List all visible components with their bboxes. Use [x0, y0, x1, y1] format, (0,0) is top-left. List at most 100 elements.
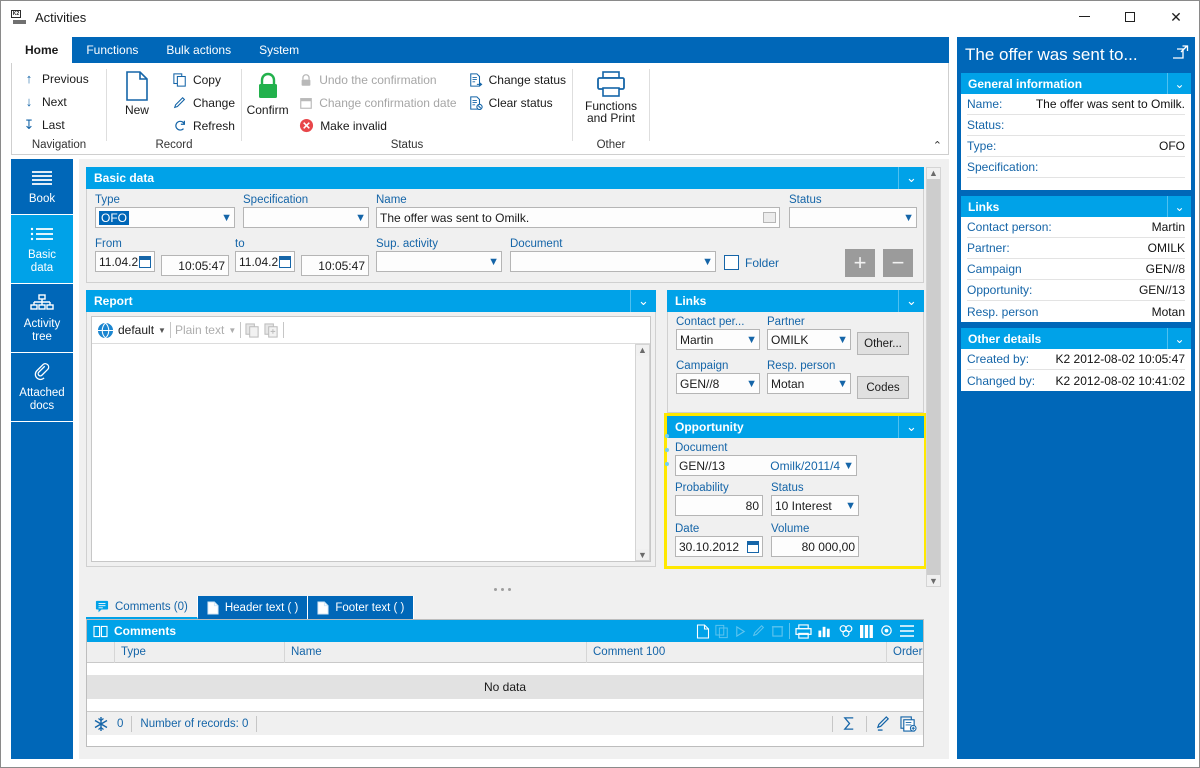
- change-button[interactable]: Change: [167, 91, 241, 114]
- chevron-down-icon[interactable]: ▼: [746, 378, 757, 390]
- partner-input[interactable]: OMILK ▼: [767, 329, 851, 350]
- report-plain-text-label[interactable]: Plain text: [175, 323, 224, 337]
- add-button[interactable]: +: [845, 249, 875, 277]
- calendar-icon[interactable]: [747, 540, 759, 553]
- copy-add-icon[interactable]: [264, 322, 279, 338]
- chevron-down-icon[interactable]: ▼: [228, 326, 236, 335]
- new-icon[interactable]: [696, 623, 710, 639]
- remove-button[interactable]: −: [883, 249, 913, 277]
- scroll-up-icon[interactable]: ▲: [638, 345, 647, 355]
- contact-person-input[interactable]: Martin ▼: [676, 329, 760, 350]
- snowflake-icon[interactable]: [93, 716, 109, 732]
- report-collapse-button[interactable]: ⌄: [630, 290, 656, 312]
- sigma-icon[interactable]: [842, 716, 857, 731]
- to-date-input[interactable]: 11.04.2: [235, 251, 295, 272]
- from-date-input[interactable]: 11.04.2: [95, 251, 155, 272]
- change-status-button[interactable]: Change status: [463, 68, 572, 91]
- chevron-down-icon[interactable]: ▼: [355, 212, 366, 224]
- opportunity-status-input[interactable]: 10 Interest ▼: [771, 495, 859, 516]
- sidebar-item-basic-data[interactable]: Basic data: [11, 215, 73, 284]
- new-button[interactable]: New: [107, 67, 167, 116]
- change-confirmation-date-button[interactable]: Change confirmation date: [293, 91, 462, 114]
- calendar-icon[interactable]: [279, 255, 291, 268]
- delete-icon[interactable]: [771, 624, 784, 638]
- grid-col-order[interactable]: Order: [887, 642, 923, 663]
- links-collapse-button[interactable]: ⌄: [898, 290, 924, 312]
- grid-col-selector[interactable]: [87, 641, 115, 663]
- tab-comments[interactable]: Comments (0): [86, 596, 198, 619]
- pivot-icon[interactable]: [838, 624, 854, 639]
- columns-icon[interactable]: [859, 624, 874, 639]
- codes-button[interactable]: Codes: [857, 376, 909, 399]
- functions-and-print-button[interactable]: Functions and Print: [574, 67, 648, 124]
- status-input[interactable]: ▼: [789, 207, 917, 228]
- scrollbar-thumb[interactable]: [636, 356, 649, 549]
- sidebar-item-attached-docs[interactable]: Attached docs: [11, 353, 73, 422]
- basic-data-collapse-button[interactable]: ⌄: [898, 167, 924, 189]
- confirm-button[interactable]: Confirm: [242, 67, 293, 116]
- chevron-down-icon[interactable]: ▼: [221, 212, 232, 224]
- scroll-down-icon[interactable]: ▼: [638, 550, 647, 560]
- refresh-button[interactable]: Refresh: [167, 114, 241, 137]
- chevron-down-icon[interactable]: ▼: [488, 256, 499, 268]
- chevron-down-icon[interactable]: ▼: [746, 334, 757, 346]
- form-scrollbar[interactable]: ▲ ▼: [926, 167, 941, 587]
- pencil-icon[interactable]: [876, 716, 891, 731]
- folder-checkbox[interactable]: [724, 255, 739, 270]
- chevron-down-icon[interactable]: ▼: [837, 334, 848, 346]
- scroll-up-icon[interactable]: ▲: [929, 168, 938, 178]
- next-button[interactable]: ↓ Next: [16, 90, 73, 113]
- sidebar-item-activity-tree[interactable]: Activity tree: [11, 284, 73, 353]
- folder-checkbox-group[interactable]: Folder: [724, 255, 779, 270]
- opportunity-document-input[interactable]: GEN//13 Omilk/2011/4 ▼: [675, 455, 857, 476]
- opportunity-date-input[interactable]: 30.10.2012: [675, 536, 763, 557]
- previous-button[interactable]: ↑ Previous: [16, 67, 95, 90]
- globe-icon[interactable]: [97, 322, 114, 339]
- links-sidebar-collapse-button[interactable]: ⌄: [1167, 196, 1191, 217]
- other-button[interactable]: Other...: [857, 332, 909, 355]
- name-input[interactable]: The offer was sent to Omilk.: [376, 207, 780, 228]
- make-invalid-button[interactable]: Make invalid: [293, 114, 462, 137]
- clear-status-button[interactable]: Clear status: [463, 91, 572, 114]
- scrollbar-thumb[interactable]: [927, 179, 940, 575]
- sup-activity-input[interactable]: ▼: [376, 251, 502, 272]
- horizontal-splitter[interactable]: [494, 588, 511, 591]
- panel-drag-handle[interactable]: [664, 434, 670, 466]
- campaign-input[interactable]: GEN//8 ▼: [676, 373, 760, 394]
- grid-col-comment-100[interactable]: Comment 100: [587, 641, 887, 663]
- ribbon-tab-system[interactable]: System: [245, 37, 313, 63]
- probability-input[interactable]: 80: [675, 495, 763, 516]
- chevron-down-icon[interactable]: ▼: [702, 256, 713, 268]
- chevron-down-icon[interactable]: ▼: [845, 500, 856, 512]
- last-button[interactable]: ↧ Last: [16, 113, 71, 136]
- ribbon-tab-home[interactable]: Home: [11, 37, 73, 63]
- document-input[interactable]: ▼: [510, 251, 716, 272]
- volume-input[interactable]: 80 000,00: [771, 536, 859, 557]
- open-external-icon[interactable]: [1171, 44, 1189, 66]
- report-scrollbar[interactable]: ▲ ▼: [635, 344, 650, 561]
- settings-icon[interactable]: [879, 624, 894, 639]
- chevron-down-icon[interactable]: ▼: [158, 326, 166, 335]
- maximize-button[interactable]: [1107, 1, 1153, 32]
- specification-input[interactable]: ▼: [243, 207, 369, 228]
- ribbon-tab-functions[interactable]: Functions: [72, 37, 152, 63]
- report-textarea[interactable]: [92, 344, 635, 561]
- calendar-icon[interactable]: [139, 255, 151, 268]
- resp-person-input[interactable]: Motan ▼: [767, 373, 851, 394]
- copy-icon[interactable]: [245, 322, 260, 338]
- copy-button[interactable]: Copy: [167, 68, 241, 91]
- ribbon-collapse-button[interactable]: ⌃: [933, 139, 942, 152]
- minimize-button[interactable]: [1061, 1, 1107, 32]
- other-details-collapse-button[interactable]: ⌄: [1167, 328, 1191, 349]
- sidebar-item-book[interactable]: Book: [11, 159, 73, 215]
- close-button[interactable]: ✕: [1153, 1, 1199, 32]
- opportunity-collapse-button[interactable]: ⌄: [898, 416, 924, 438]
- menu-icon[interactable]: [899, 624, 915, 638]
- undo-confirmation-button[interactable]: Undo the confirmation: [293, 68, 462, 91]
- ribbon-tab-bulk-actions[interactable]: Bulk actions: [152, 37, 245, 63]
- tab-footer-text[interactable]: Footer text ( ): [308, 596, 415, 619]
- scroll-down-icon[interactable]: ▼: [929, 576, 938, 586]
- copy-icon[interactable]: [715, 624, 729, 639]
- to-time-input[interactable]: 10:05:47: [301, 255, 369, 276]
- print-icon[interactable]: [795, 623, 812, 639]
